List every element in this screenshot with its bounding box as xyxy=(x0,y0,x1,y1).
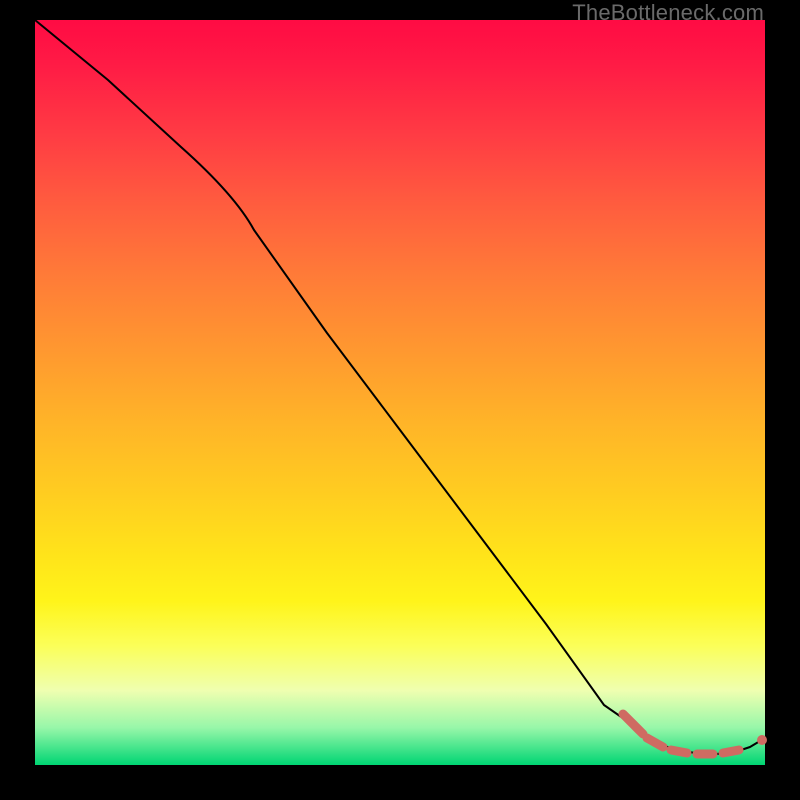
marker-seg xyxy=(623,714,643,734)
marker-seg xyxy=(723,750,739,753)
marker-end-dot xyxy=(757,735,767,745)
chart-frame: TheBottleneck.com xyxy=(0,0,800,800)
chart-overlay xyxy=(35,20,765,765)
marker-seg xyxy=(647,738,663,747)
bottleneck-curve xyxy=(35,20,765,755)
marker-seg xyxy=(671,750,687,753)
